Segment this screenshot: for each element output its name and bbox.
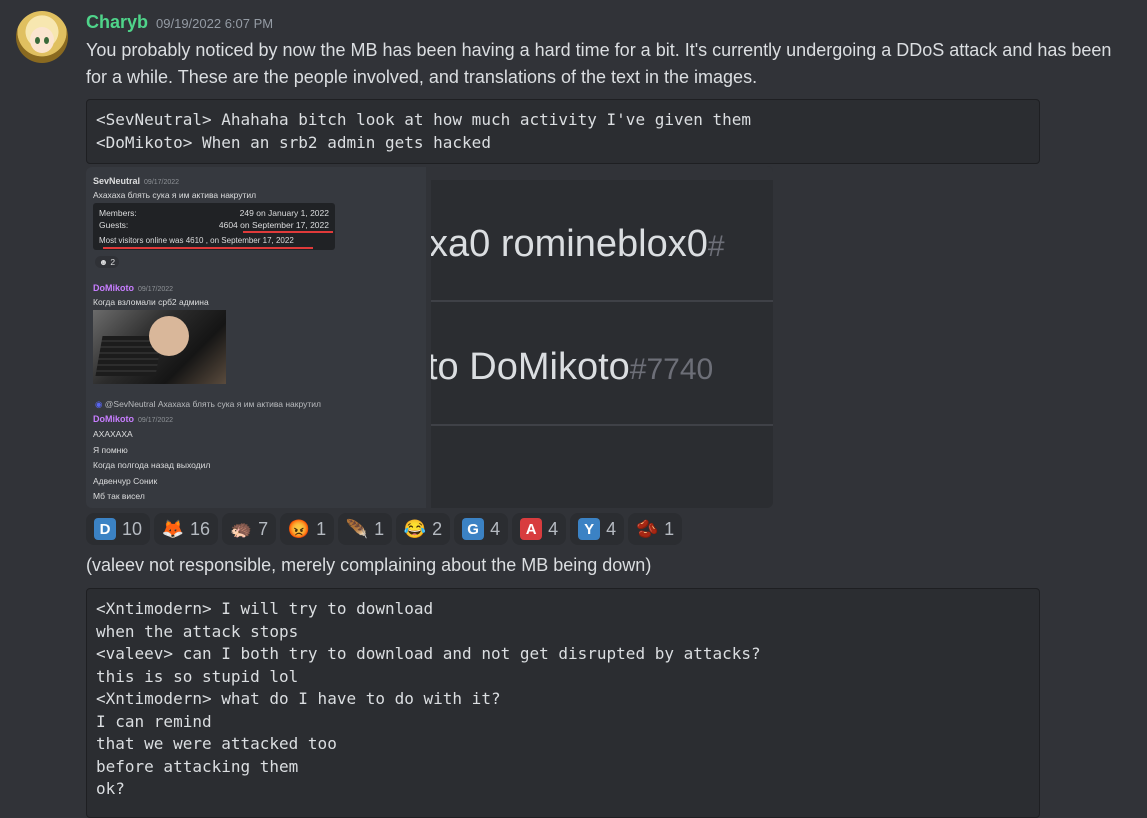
reaction-count: 2 (432, 518, 443, 539)
stats-box: Members: 249 on January 1, 2022 Guests: … (93, 203, 335, 250)
sonic-icon: 🦔 (229, 518, 253, 539)
reaction-count: 7 (258, 518, 269, 539)
reaction-count: 4 (490, 518, 501, 539)
mini-author: DoMikoto 09/17/2022 (93, 283, 174, 293)
timestamp: 09/19/2022 6:07 PM (156, 16, 274, 31)
red-underline (243, 231, 333, 233)
code-block-1: <SevNeutral> Ahahaha bitch look at how m… (86, 99, 1040, 164)
fox-icon: 🦊 (161, 518, 185, 539)
letter-g-icon: G (462, 518, 485, 540)
reaction-count: 4 (606, 518, 617, 539)
reaction-fox[interactable]: 🦊 16 (154, 513, 219, 545)
reaction-bar: D 10 🦊 16 🦔 7 😡 1 🪶 1 😂 2 G 4 A 4 Y 4 🫘 1 (86, 513, 683, 545)
mini-author: DoMikoto 09/17/2022 (93, 414, 174, 424)
code-block-2: <Xntimodern> I will try to download when… (86, 588, 1040, 818)
reaction-letter-d[interactable]: D 10 (86, 513, 151, 545)
mini-reply: ◉ @SevNeutral Ахахаха блять сука я им ак… (95, 399, 321, 409)
reaction-feather[interactable]: 🪶 1 (338, 513, 393, 545)
reaction-angry-red[interactable]: 😡 1 (280, 513, 335, 545)
reaction-letter-y[interactable]: Y4 (570, 513, 625, 545)
red-underline (103, 247, 313, 249)
user-avatar[interactable] (16, 11, 68, 63)
attachment-image-usernames[interactable]: xa0 romineblox0# to DoMikoto#7740 (431, 166, 773, 508)
letter-a-icon: A (520, 518, 543, 540)
username-row-1: xa0 romineblox0# (431, 223, 725, 265)
mini-text: Ахахаха блять сука я им актива накрутил (93, 190, 257, 200)
reaction-count: 1 (664, 518, 675, 539)
reaction-count: 16 (190, 518, 211, 539)
reaction-sonic[interactable]: 🦔 7 (222, 513, 277, 545)
username-row-2: to DoMikoto#7740 (431, 346, 714, 388)
reaction-letter-a[interactable]: A4 (512, 513, 567, 545)
mini-author: SevNeutral 09/17/2022 (93, 176, 180, 186)
reaction-count: 10 (122, 518, 143, 539)
followup-text: (valeev not responsible, merely complain… (86, 555, 652, 575)
message-text: You probably noticed by now the MB has b… (86, 40, 1112, 87)
attachment-image-chat-screenshot[interactable]: SevNeutral 09/17/2022 Ахахаха блять сука … (86, 167, 426, 508)
feather-icon: 🪶 (345, 518, 369, 539)
reaction-count: 1 (374, 518, 385, 539)
mini-reaction: ☻ 2 (95, 256, 120, 268)
reaction-count: 4 (548, 518, 559, 539)
letter-y-icon: Y (578, 518, 601, 540)
angry-red-icon: 😡 (287, 518, 311, 539)
letter-d-icon: D (94, 518, 116, 540)
bean-icon: 🫘 (635, 518, 659, 539)
reaction-bean[interactable]: 🫘 1 (628, 513, 683, 545)
laughing-icon: 😂 (403, 518, 427, 539)
reaction-laughing[interactable]: 😂 2 (396, 513, 451, 545)
reaction-letter-g[interactable]: G4 (454, 513, 509, 545)
baby-keyboard-photo (93, 310, 226, 384)
reaction-count: 1 (316, 518, 327, 539)
username[interactable]: Charyb (86, 12, 148, 33)
message-header: Charyb 09/19/2022 6:07 PM (86, 12, 273, 33)
